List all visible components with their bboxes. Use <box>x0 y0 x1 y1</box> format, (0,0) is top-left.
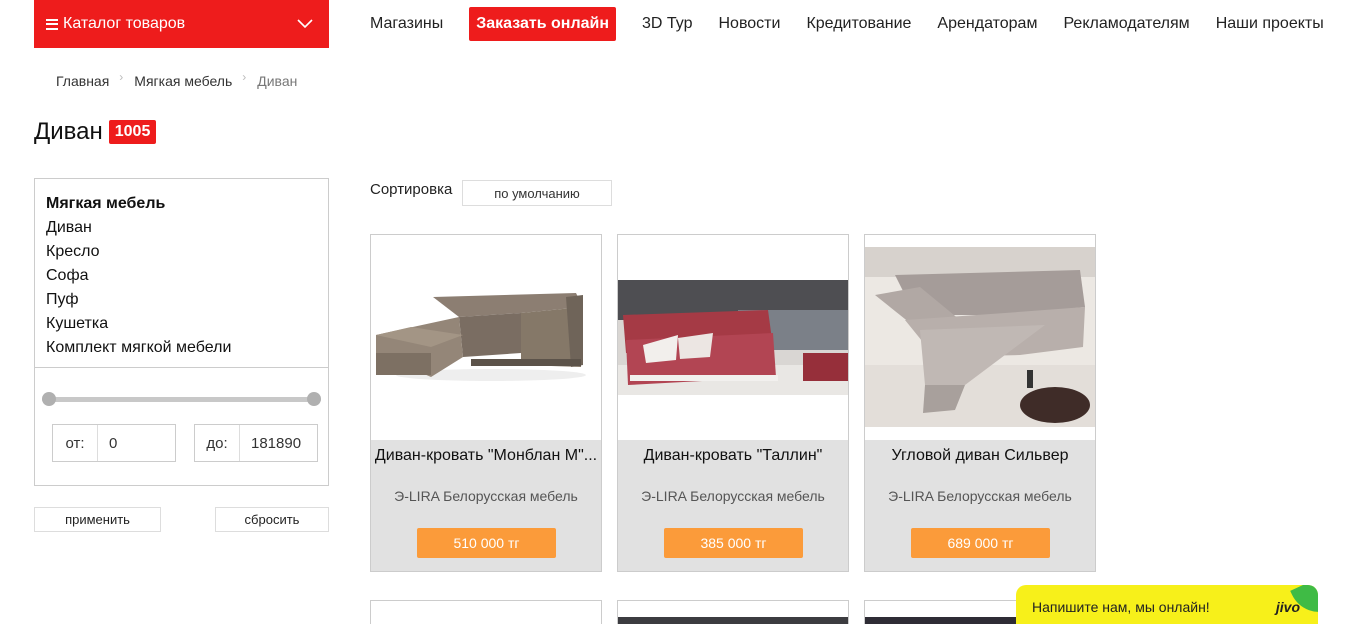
breadcrumb-current: Диван <box>257 73 298 89</box>
breadcrumb-home[interactable]: Главная <box>56 73 109 89</box>
price-to-input[interactable] <box>240 425 316 461</box>
product-price-button[interactable]: 689 000 тг <box>911 528 1050 558</box>
product-brand: Э-LIRA Белорусская мебель <box>394 488 578 504</box>
category-item-sofa[interactable]: Диван <box>46 216 317 240</box>
apply-filter-button[interactable]: применить <box>34 507 161 532</box>
price-from-field: от: <box>52 424 176 462</box>
sort-label: Сортировка <box>370 181 453 198</box>
product-name[interactable]: Угловой диван Сильвер <box>865 447 1095 465</box>
nav-link-news[interactable]: Новости <box>719 15 781 33</box>
product-info: Угловой диван Сильвер Э-LIRA Белорусская… <box>865 440 1095 571</box>
product-image[interactable] <box>371 235 601 440</box>
product-price-button[interactable]: 510 000 тг <box>417 528 556 558</box>
category-item-couch[interactable]: Софа <box>46 264 317 288</box>
product-name[interactable]: Диван-кровать "Монблан М"... <box>371 447 601 465</box>
category-item-furniture-set[interactable]: Комплект мягкой мебели <box>46 336 317 360</box>
chat-widget[interactable]: Напишите нам, мы онлайн! jivo <box>1016 585 1318 624</box>
price-range-slider[interactable] <box>42 392 321 406</box>
product-name[interactable]: Диван-кровать "Таллин" <box>618 447 848 465</box>
sort-select[interactable]: по умолчанию <box>462 180 612 206</box>
price-slider-track <box>42 397 321 402</box>
breadcrumb-separator-icon: › <box>119 70 124 84</box>
category-item-pouf[interactable]: Пуф <box>46 288 317 312</box>
nav-link-advertisers[interactable]: Рекламодателям <box>1063 15 1189 33</box>
product-card[interactable]: Диван-кровать "Монблан М"... Э-LIRA Бело… <box>370 234 602 572</box>
chevron-down-icon <box>297 19 313 29</box>
product-brand: Э-LIRA Белорусская мебель <box>888 488 1072 504</box>
product-card[interactable] <box>370 600 602 624</box>
filter-panel: Мягкая мебель Диван Кресло Софа Пуф Куше… <box>34 178 329 486</box>
category-list: Мягкая мебель Диван Кресло Софа Пуф Куше… <box>35 179 328 368</box>
product-image[interactable] <box>865 235 1095 440</box>
breadcrumb-separator-icon: › <box>242 70 247 84</box>
product-image <box>618 617 848 624</box>
category-item-soft-furniture[interactable]: Мягкая мебель <box>46 192 317 216</box>
price-slider-min-handle[interactable] <box>42 392 56 406</box>
product-brand: Э-LIRA Белорусская мебель <box>641 488 825 504</box>
nav-link-stores[interactable]: Магазины <box>370 15 443 33</box>
nav-link-tenants[interactable]: Арендаторам <box>937 15 1037 33</box>
catalog-menu-button[interactable]: Каталог товаров <box>34 0 329 48</box>
nav-link-order-online[interactable]: Заказать онлайн <box>469 7 616 41</box>
product-count-badge: 1005 <box>108 120 157 144</box>
category-item-armchair[interactable]: Кресло <box>46 240 317 264</box>
product-card[interactable]: Угловой диван Сильвер Э-LIRA Белорусская… <box>864 234 1096 572</box>
page-title-text: Диван <box>34 118 103 145</box>
top-navigation: Магазины Заказать онлайн 3D Тур Новости … <box>370 6 1324 42</box>
nav-link-3d-tour[interactable]: 3D Тур <box>642 15 693 33</box>
price-slider-max-handle[interactable] <box>307 392 321 406</box>
price-from-label: от: <box>53 425 98 461</box>
menu-icon <box>46 18 58 30</box>
price-from-input[interactable] <box>98 425 174 461</box>
breadcrumb: Главная › Мягкая мебель › Диван <box>56 70 298 89</box>
product-info: Диван-кровать "Таллин" Э-LIRA Белорусска… <box>618 440 848 571</box>
breadcrumb-soft-furniture[interactable]: Мягкая мебель <box>134 73 232 89</box>
page-title: Диван 1005 <box>34 118 157 146</box>
category-item-daybed[interactable]: Кушетка <box>46 312 317 336</box>
nav-link-credit[interactable]: Кредитование <box>806 15 911 33</box>
product-image[interactable] <box>618 235 848 440</box>
price-to-field: до: <box>194 424 318 462</box>
product-card[interactable] <box>617 600 849 624</box>
reset-filter-button[interactable]: сбросить <box>215 507 329 532</box>
price-to-label: до: <box>195 425 240 461</box>
chat-widget-text: Напишите нам, мы онлайн! <box>1032 599 1210 615</box>
product-info: Диван-кровать "Монблан М"... Э-LIRA Бело… <box>371 440 601 571</box>
product-card[interactable]: Диван-кровать "Таллин" Э-LIRA Белорусска… <box>617 234 849 572</box>
nav-link-projects[interactable]: Наши проекты <box>1216 15 1324 33</box>
catalog-menu-label: Каталог товаров <box>63 15 186 32</box>
product-price-button[interactable]: 385 000 тг <box>664 528 803 558</box>
